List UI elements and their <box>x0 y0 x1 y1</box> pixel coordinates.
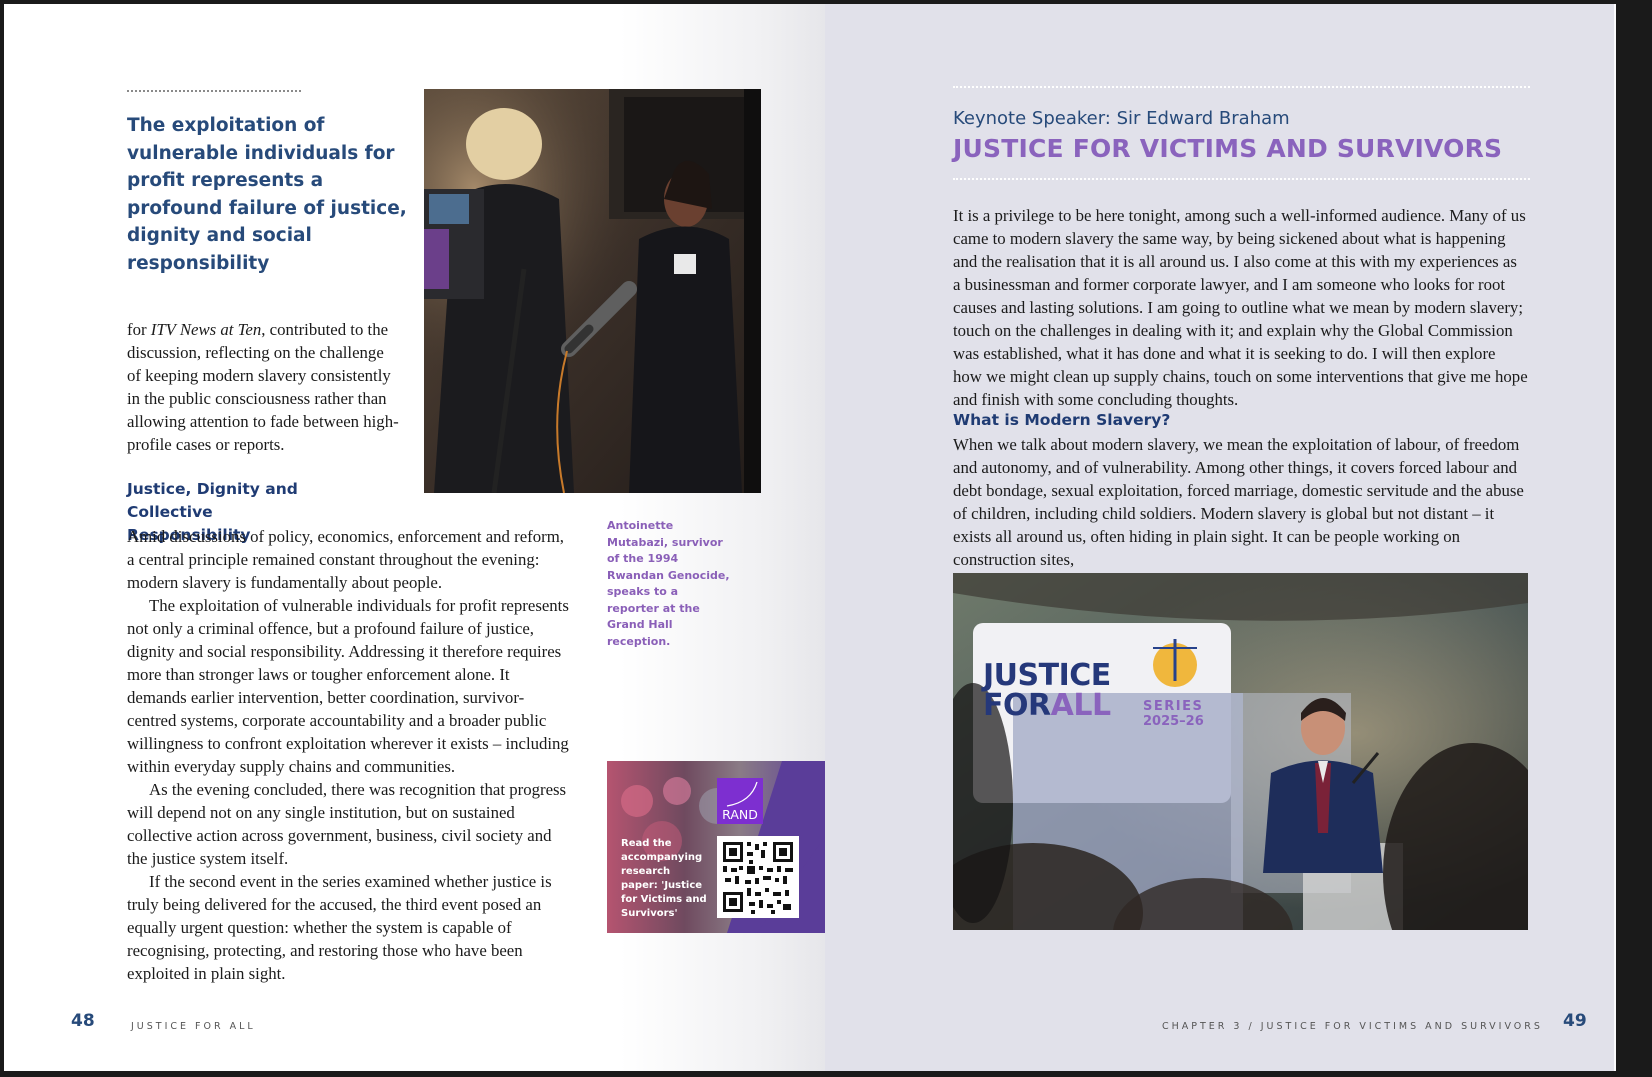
page-edge-strip <box>1614 4 1616 1071</box>
banner-line-2: FORALL <box>983 691 1111 721</box>
interview-photo <box>424 89 761 493</box>
right-page: Keynote Speaker: Sir Edward Braham JUSTI… <box>825 4 1616 1071</box>
photo-caption: Antoinette Mutabazi, survivor of the 199… <box>607 519 730 648</box>
paragraph: Amid discussions of policy, economics, e… <box>127 527 564 592</box>
rand-logo-text: RAND <box>722 807 758 822</box>
intro-publication: ITV News at Ten <box>150 320 262 339</box>
modern-slavery-paragraph: When we talk about modern slavery, we me… <box>953 435 1524 569</box>
rand-logo: RAND <box>717 778 763 824</box>
banner-all: ALL <box>1050 688 1111 723</box>
paragraph: As the evening concluded, there was reco… <box>127 780 567 868</box>
page-number-right: 49 <box>1563 1011 1587 1031</box>
qr-code-icon <box>723 842 793 914</box>
title-rule-bottom <box>953 178 1530 180</box>
interview-photo-image <box>424 89 761 493</box>
intro-lead: for <box>127 320 151 339</box>
section-subheading: What is Modern Slavery? <box>953 411 1171 429</box>
justice-for-all-banner: JUSTICE FORALL <box>983 661 1111 721</box>
running-head-separator: / <box>1248 1021 1255 1032</box>
banner-series: SERIES 2025–26 <box>1143 699 1204 729</box>
intro-rest: , contributed to the discussion, reflect… <box>127 320 399 454</box>
keynote-kicker: Keynote Speaker: Sir Edward Braham <box>953 108 1290 129</box>
pull-quote-rule <box>127 90 301 92</box>
qr-code[interactable] <box>717 836 799 918</box>
rand-promo-text: Read the accompanying research paper: 'J… <box>621 838 707 919</box>
banner-series-years: 2025–26 <box>1143 714 1204 729</box>
rand-arc-icon <box>726 781 758 807</box>
running-head-right: CHAPTER 3 / JUSTICE FOR VICTIMS AND SURV… <box>1162 1021 1543 1032</box>
page-number-left: 48 <box>71 1011 95 1031</box>
magazine-spread: The exploitation of vulnerable individua… <box>4 4 1616 1071</box>
running-head-chapter: CHAPTER 3 <box>1162 1021 1243 1032</box>
left-body-text: Amid discussions of policy, economics, e… <box>127 525 570 985</box>
pull-quote: The exploitation of vulnerable individua… <box>127 115 407 274</box>
page-title: JUSTICE FOR VICTIMS AND SURVIVORS <box>953 134 1503 163</box>
paragraph: If the second event in the series examin… <box>127 872 552 983</box>
intro-paragraph: for ITV News at Ten, contributed to the … <box>127 318 399 456</box>
keynote-intro-paragraph: It is a privilege to be here tonight, am… <box>953 206 1528 409</box>
left-page: The exploitation of vulnerable individua… <box>4 4 829 1071</box>
banner-line-1: JUSTICE <box>983 658 1111 693</box>
speaker-photo-image <box>953 573 1528 930</box>
title-rule-top <box>953 86 1530 88</box>
keynote-speaker-photo: JUSTICE FORALL SERIES 2025–26 <box>953 573 1528 930</box>
rand-research-promo[interactable]: RAND Read the accompanying research pape… <box>607 761 829 933</box>
banner-series-label: SERIES <box>1143 699 1204 714</box>
running-head-left: JUSTICE FOR ALL <box>131 1021 256 1032</box>
paragraph: The exploitation of vulnerable individua… <box>127 596 569 776</box>
running-head-title: JUSTICE FOR VICTIMS AND SURVIVORS <box>1260 1021 1543 1032</box>
banner-for: FOR <box>983 688 1051 723</box>
